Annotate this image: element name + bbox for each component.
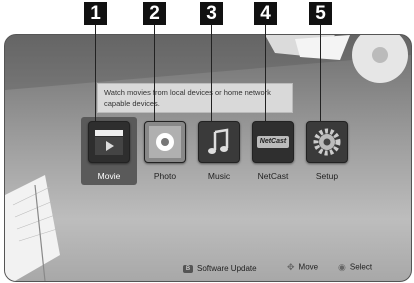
gear-icon bbox=[306, 121, 348, 163]
select-label: Select bbox=[349, 262, 373, 272]
menu-item-label: NetCast bbox=[257, 171, 289, 181]
ok-button-icon: ◉ bbox=[338, 262, 346, 272]
photo-icon bbox=[144, 121, 186, 163]
music-note-icon bbox=[198, 121, 240, 163]
menu-item-photo[interactable]: Photo bbox=[137, 121, 193, 181]
callout-leader-2 bbox=[154, 25, 155, 121]
film-slate-icon bbox=[88, 121, 130, 163]
menu-item-label: Photo bbox=[153, 171, 177, 181]
description-tooltip: Watch movies from local devices or home … bbox=[97, 83, 293, 113]
menu-item-label: Movie bbox=[97, 171, 121, 181]
footer-select: ◉ Select bbox=[338, 262, 372, 273]
move-label: Move bbox=[298, 262, 319, 272]
callout-1: 1 bbox=[84, 2, 107, 25]
menu-item-setup[interactable]: Setup bbox=[299, 121, 355, 181]
footer-software-update[interactable]: B Software Update bbox=[183, 264, 257, 273]
netcast-logo-text: NetCast bbox=[257, 136, 289, 148]
b-button-key: B bbox=[183, 264, 193, 273]
callout-4: 4 bbox=[254, 2, 277, 25]
menu-item-label: Setup bbox=[315, 171, 339, 181]
home-menu-screen: Watch movies from local devices or home … bbox=[4, 34, 412, 282]
callout-leader-3 bbox=[211, 25, 212, 121]
menu-item-music[interactable]: Music bbox=[191, 121, 247, 181]
callout-leader-4 bbox=[265, 25, 266, 121]
callout-5: 5 bbox=[309, 2, 332, 25]
menu-item-label: Music bbox=[207, 171, 231, 181]
callout-leader-5 bbox=[320, 25, 321, 121]
software-update-label: Software Update bbox=[197, 264, 257, 273]
netcast-icon: NetCast bbox=[252, 121, 294, 163]
callout-2: 2 bbox=[143, 2, 166, 25]
callout-3: 3 bbox=[200, 2, 223, 25]
menu-item-movie[interactable]: Movie bbox=[81, 117, 137, 185]
footer-move: ✥ Move bbox=[287, 262, 318, 273]
menu-item-netcast[interactable]: NetCast NetCast bbox=[245, 121, 301, 181]
callout-leader-1 bbox=[95, 25, 96, 121]
dpad-icon: ✥ bbox=[287, 262, 295, 272]
